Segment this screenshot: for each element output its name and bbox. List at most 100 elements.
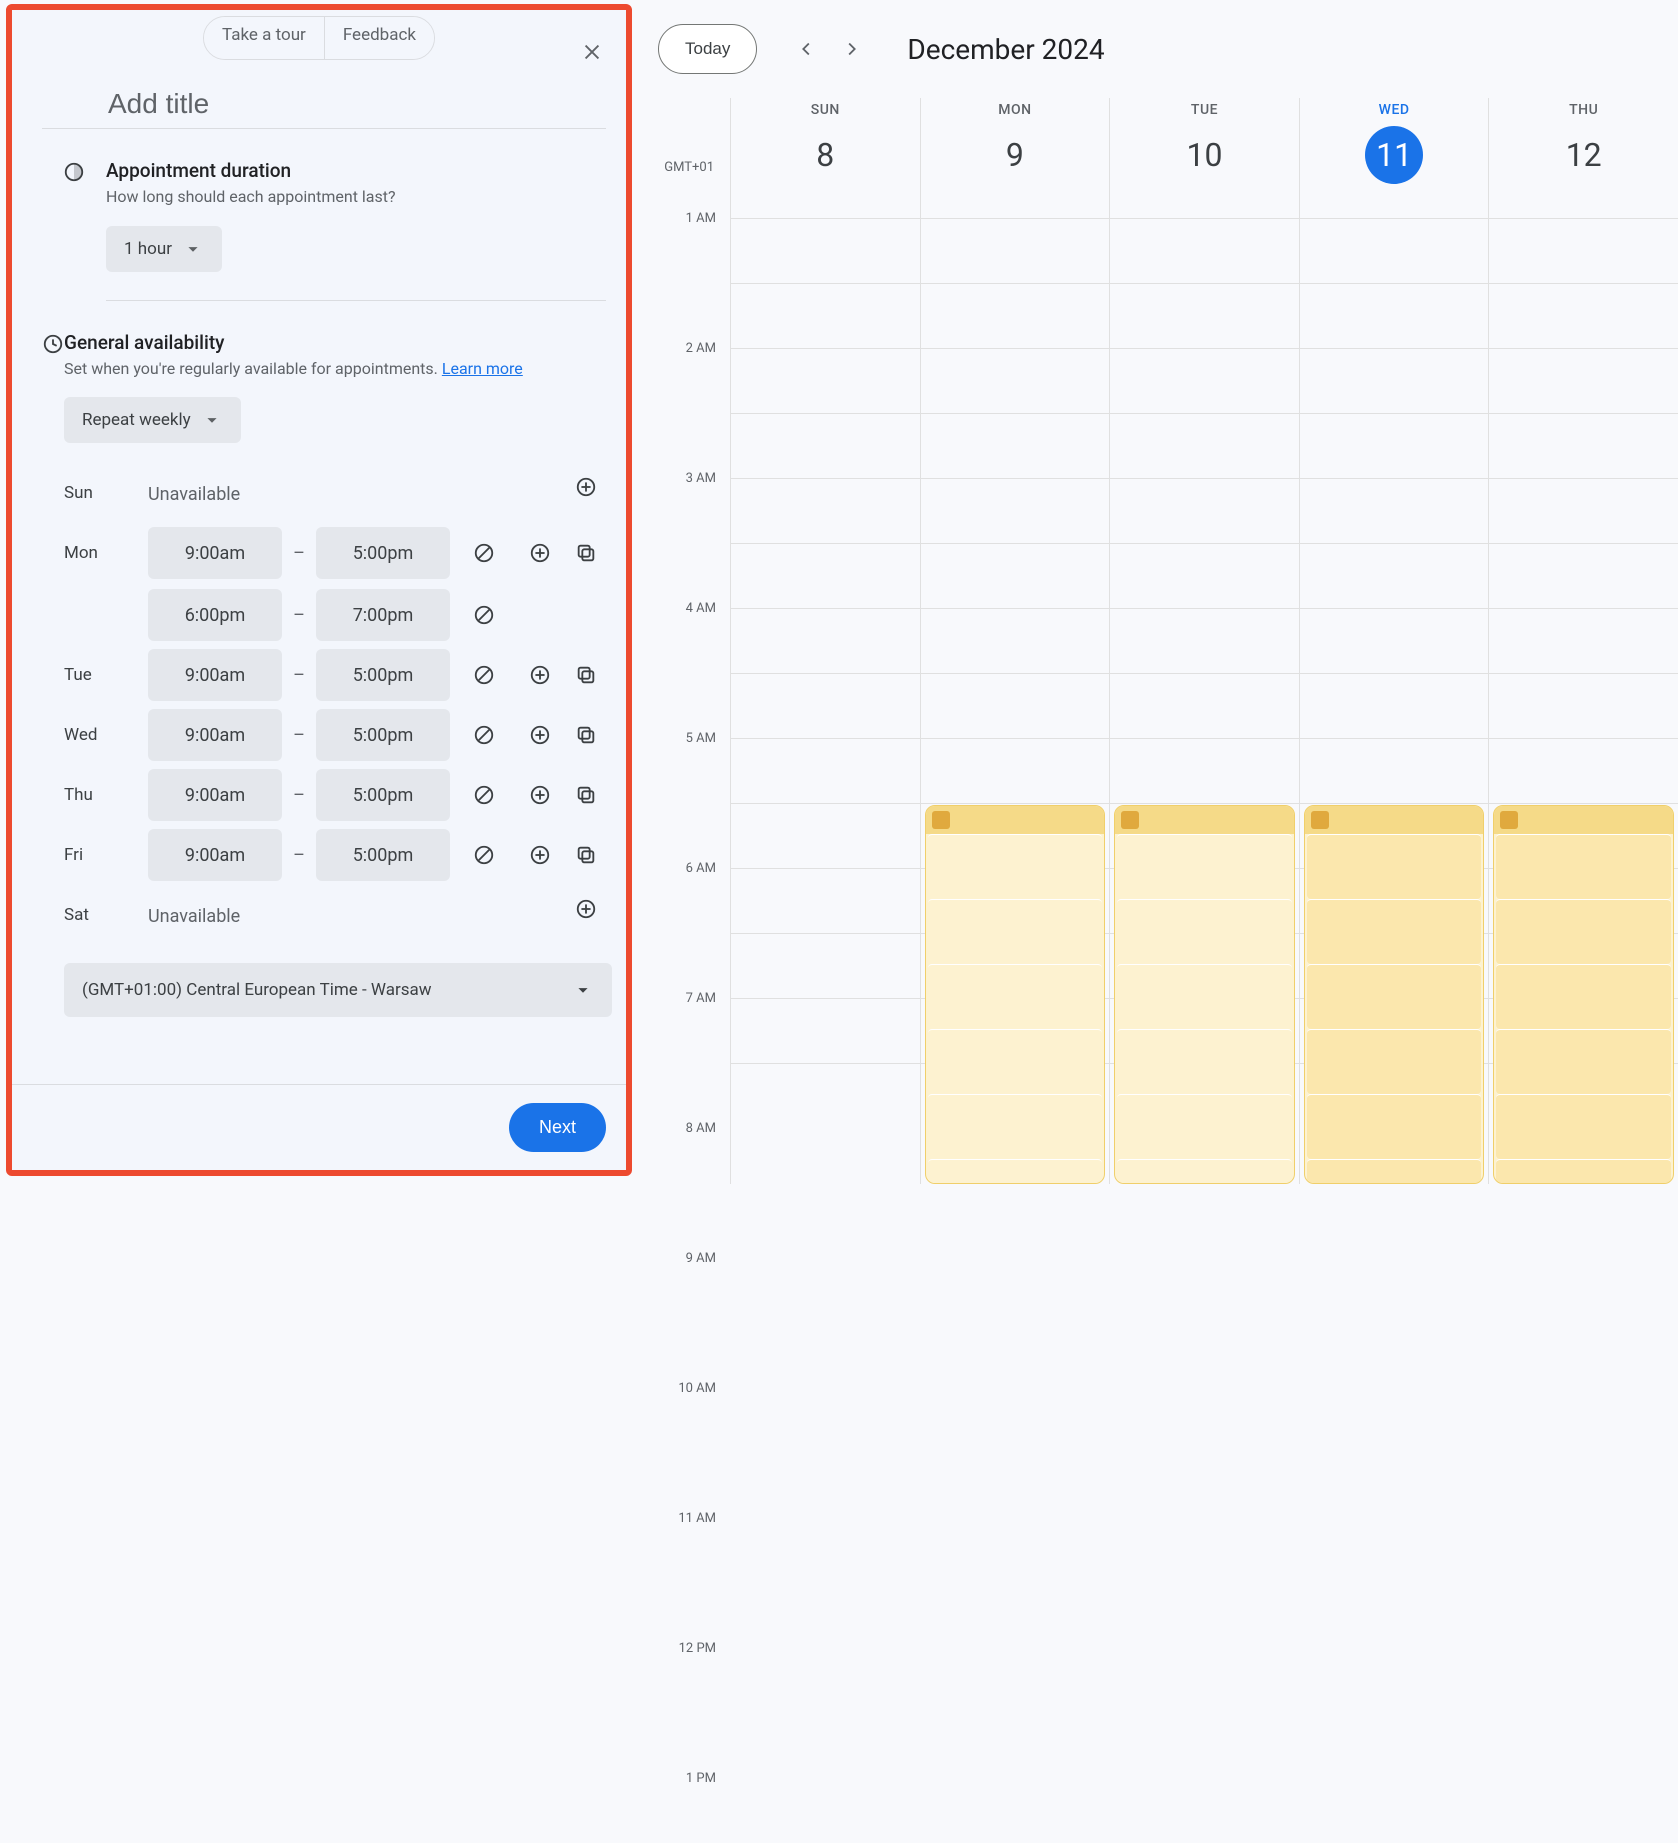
day-number[interactable]: 8 — [731, 126, 920, 184]
day-column[interactable]: THU 12 — [1488, 98, 1678, 1184]
timezone-value: (GMT+01:00) Central European Time - Wars… — [82, 980, 432, 1000]
remove-slot-button[interactable] — [464, 835, 504, 875]
today-button[interactable]: Today — [658, 24, 757, 74]
appointment-slot[interactable] — [1117, 1159, 1292, 1184]
appointment-block[interactable] — [1493, 805, 1674, 1184]
availability-heading: General availability — [64, 331, 612, 354]
appointment-slot[interactable] — [1307, 1094, 1482, 1159]
day-of-week: THU — [1489, 102, 1678, 118]
start-time-input[interactable]: 6:00pm — [148, 589, 282, 641]
remove-slot-button[interactable] — [464, 775, 504, 815]
end-time-input[interactable]: 5:00pm — [316, 527, 450, 579]
appointment-slot[interactable] — [928, 1094, 1103, 1159]
appointment-slot[interactable] — [1496, 1094, 1671, 1159]
appointment-slot[interactable] — [1496, 1029, 1671, 1094]
day-label: Sat — [64, 889, 148, 925]
start-time-input[interactable]: 9:00am — [148, 527, 282, 579]
learn-more-link[interactable]: Learn more — [442, 359, 523, 378]
day-row: Fri9:00am–5:00pm — [64, 825, 612, 885]
dash: – — [290, 725, 308, 746]
add-slot-button[interactable] — [520, 835, 560, 875]
end-time-input[interactable]: 5:00pm — [316, 709, 450, 761]
add-slot-button[interactable] — [566, 889, 606, 929]
appointment-slot[interactable] — [1307, 1159, 1482, 1184]
hour-label: 6 AM — [640, 868, 716, 933]
copy-slots-button[interactable] — [566, 835, 606, 875]
day-label: Fri — [64, 829, 148, 865]
day-column[interactable]: TUE10 — [1109, 98, 1299, 1184]
take-tour-button[interactable]: Take a tour — [204, 17, 324, 59]
copy-slots-button[interactable] — [566, 715, 606, 755]
day-row: Thu9:00am–5:00pm — [64, 765, 612, 825]
day-column[interactable]: WED11 — [1299, 98, 1489, 1184]
appointment-slot[interactable] — [1117, 899, 1292, 964]
appointment-slot[interactable] — [1496, 964, 1671, 1029]
prev-button[interactable] — [787, 29, 827, 69]
appointment-slot[interactable] — [928, 964, 1103, 1029]
add-slot-button[interactable] — [520, 655, 560, 695]
end-time-input[interactable]: 5:00pm — [316, 829, 450, 881]
appointment-slot[interactable] — [1496, 899, 1671, 964]
close-button[interactable] — [572, 32, 612, 72]
feedback-button[interactable]: Feedback — [324, 17, 434, 59]
repeat-value: Repeat weekly — [82, 410, 191, 430]
add-slot-button[interactable] — [520, 775, 560, 815]
hour-label: 4 AM — [640, 608, 716, 673]
day-row: SatUnavailable — [64, 885, 612, 945]
day-number[interactable]: 10 — [1110, 126, 1299, 184]
day-column[interactable]: MON9 — [920, 98, 1110, 1184]
appointment-slot[interactable] — [928, 1029, 1103, 1094]
timezone-select[interactable]: (GMT+01:00) Central European Time - Wars… — [64, 963, 612, 1017]
day-of-week: SUN — [731, 102, 920, 118]
start-time-input[interactable]: 9:00am — [148, 709, 282, 761]
appointment-block[interactable] — [925, 805, 1106, 1184]
remove-slot-button[interactable] — [464, 533, 504, 573]
day-number[interactable]: 12 — [1489, 126, 1678, 184]
close-icon — [581, 41, 603, 63]
day-number[interactable]: 9 — [921, 126, 1110, 184]
copy-slots-button[interactable] — [566, 655, 606, 695]
add-slot-button[interactable] — [566, 467, 606, 507]
start-time-input[interactable]: 9:00am — [148, 829, 282, 881]
clock-icon — [42, 331, 64, 1018]
appointment-slot[interactable] — [1496, 1159, 1671, 1184]
appointment-block[interactable] — [1114, 805, 1295, 1184]
appointment-slot[interactable] — [928, 899, 1103, 964]
end-time-input[interactable]: 7:00pm — [316, 589, 450, 641]
appointment-slot[interactable] — [1117, 1029, 1292, 1094]
appointment-slot[interactable] — [1496, 834, 1671, 899]
calendar-icon — [932, 811, 950, 829]
next-button[interactable]: Next — [509, 1103, 606, 1152]
repeat-select[interactable]: Repeat weekly — [64, 397, 241, 443]
add-slot-button[interactable] — [520, 533, 560, 573]
next-button[interactable] — [831, 29, 871, 69]
hour-label: 1 AM — [640, 218, 716, 283]
duration-select[interactable]: 1 hour — [106, 226, 222, 272]
remove-slot-button[interactable] — [464, 655, 504, 695]
appointment-slot[interactable] — [1117, 1094, 1292, 1159]
appointment-slot[interactable] — [928, 834, 1103, 899]
day-column[interactable]: SUN 8 — [730, 98, 920, 1184]
appointment-slot[interactable] — [928, 1159, 1103, 1184]
appointment-slot[interactable] — [1117, 834, 1292, 899]
copy-slots-button[interactable] — [566, 533, 606, 573]
dash: – — [290, 785, 308, 806]
title-input[interactable] — [42, 60, 606, 129]
appointment-slot[interactable] — [1307, 834, 1482, 899]
end-time-input[interactable]: 5:00pm — [316, 649, 450, 701]
appointment-slot[interactable] — [1117, 964, 1292, 1029]
add-slot-button[interactable] — [520, 715, 560, 755]
appointment-slot[interactable] — [1307, 899, 1482, 964]
appointment-block[interactable] — [1304, 805, 1485, 1184]
remove-slot-button[interactable] — [464, 715, 504, 755]
day-slots: 9:00am–5:00pm — [148, 709, 612, 761]
copy-slots-button[interactable] — [566, 775, 606, 815]
start-time-input[interactable]: 9:00am — [148, 769, 282, 821]
appointment-slot[interactable] — [1307, 1029, 1482, 1094]
remove-slot-button[interactable] — [464, 595, 504, 635]
appointment-slot[interactable] — [1307, 964, 1482, 1029]
header-actions: Take a tour Feedback — [203, 16, 435, 60]
start-time-input[interactable]: 9:00am — [148, 649, 282, 701]
day-number[interactable]: 11 — [1365, 126, 1423, 184]
end-time-input[interactable]: 5:00pm — [316, 769, 450, 821]
